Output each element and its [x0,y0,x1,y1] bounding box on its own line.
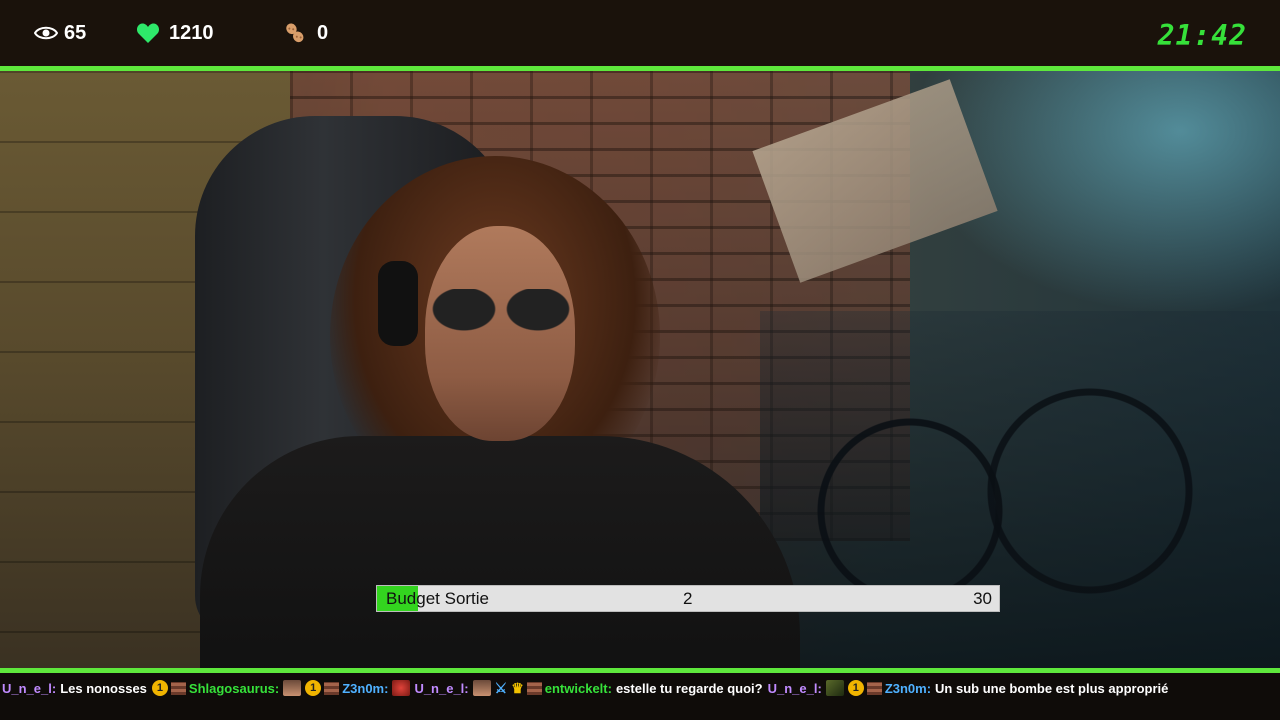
chat-username: U_n_e_l: [2,680,57,696]
peanut-count-value: 0 [317,21,329,44]
sunglasses [432,289,572,331]
bicycles [760,311,1280,668]
chat-username: entwickelt: [544,680,612,696]
face-emote-icon [472,680,491,696]
budget-label: Budget Sortie [386,589,490,608]
chat-username: Z3n0m: [884,680,932,696]
follower-count-value: 1210 [169,21,214,44]
budget-max: 30 [973,589,992,608]
viewer-count: 65 [34,0,86,66]
budget-progress-bar: Budget Sortie 2 30 [376,585,1000,612]
stream-stats-bar: 65 1210 0 21:42 [0,0,1280,66]
budget-current: 2 [683,589,693,608]
chat-username: U_n_e_l: [414,680,469,696]
stream-clock: 21:42 [1157,19,1247,52]
eye-icon [34,24,58,42]
peanut-count: 0 [283,0,328,66]
devil-emote-icon [392,680,411,696]
webcam-video [0,71,1280,668]
follower-count: 1210 [136,0,214,66]
chat-ticker: U_n_e_l: Les nonosses 1 Shlagosaurus: 1 … [0,673,1280,720]
headphones [378,261,418,346]
peanut-icon [283,21,307,45]
heart-icon [136,22,160,44]
brick-badge-icon [170,681,186,695]
chat-username: U_n_e_l: [767,680,822,696]
tier-badge-icon: 1 [305,680,322,696]
chat-message: estelle tu regarde quoi? [615,680,763,696]
chat-username: Z3n0m: [342,680,389,696]
brick-badge-icon [324,681,340,695]
brick-badge-icon [526,681,542,695]
chat-username: Shlagosaurus: [188,680,280,696]
sword-badge-icon: ⚔ [494,679,508,696]
brick-badge-icon [866,681,882,695]
viewer-count-value: 65 [64,21,87,44]
streamer-hoodie [200,436,800,668]
chat-row: U_n_e_l: Les nonosses 1 Shlagosaurus: 1 … [2,678,1173,698]
streamer-face [425,226,575,441]
tier-badge-icon: 1 [847,680,864,696]
crown-badge-icon: ♛ [511,679,524,696]
chat-message: Un sub une bombe est plus approprié [935,680,1169,696]
face-emote-icon [283,680,302,696]
monster-emote-icon [825,680,844,696]
chat-message: Les nonosses [60,680,147,696]
tier-badge-icon: 1 [151,680,168,696]
